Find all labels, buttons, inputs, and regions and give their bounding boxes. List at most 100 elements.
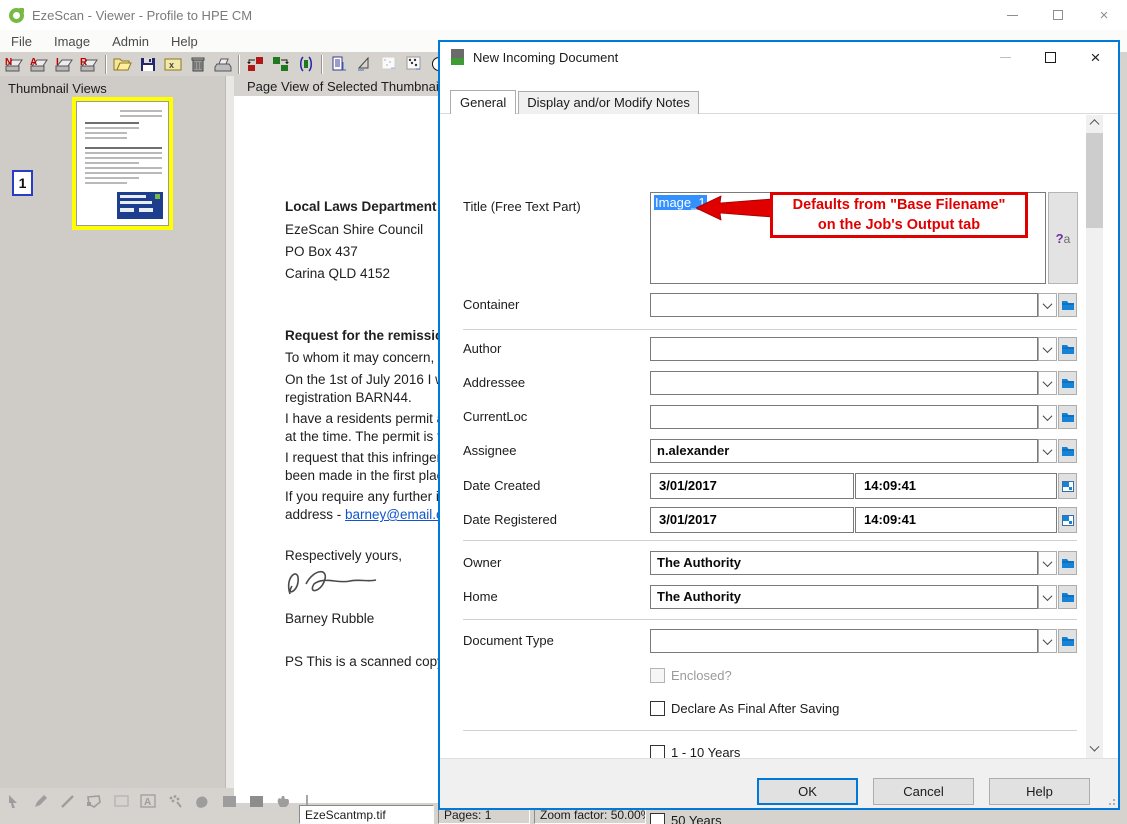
menu-image[interactable]: Image [43,34,101,49]
page-layout-icon[interactable] [326,53,351,75]
callout-line-2: on the Job's Output tab [818,215,980,235]
addressee-field-label: Addressee [463,375,525,390]
scroll-down-button[interactable] [1086,741,1103,758]
thumbnail-scrollbar[interactable] [225,76,234,788]
letter-body-line: On the 1st of July 2016 I was [285,372,438,387]
merge-pages-icon[interactable] [268,53,293,75]
chevron-down-icon [1043,635,1053,645]
currentloc-browse-button[interactable] [1058,405,1077,429]
enclosed-checkbox-label: Enclosed? [671,668,732,683]
main-titlebar[interactable]: EzeScan - Viewer - Profile to HPE CM × [0,0,1127,30]
assignee-dropdown-button[interactable] [1038,439,1057,463]
enclosed-checkbox[interactable] [650,668,665,683]
dialog-maximize-button[interactable] [1028,42,1073,72]
home-dropdown-button[interactable] [1038,585,1057,609]
home-browse-button[interactable] [1058,585,1077,609]
date-created-time-input[interactable]: 14:09:41 [855,473,1057,499]
page-view-label: Page View of Selected Thumbnail [247,79,442,94]
container-input[interactable] [650,293,1038,317]
assignee-field-label: Assignee [463,443,516,458]
letter-email-prefix: address - [285,507,345,522]
minimize-button[interactable] [989,0,1035,30]
author-field-label: Author [463,341,501,356]
date-created-date-input[interactable]: 3/01/2017 [650,473,854,499]
letter-body-line: registration BARN44. [285,390,412,405]
close-button[interactable]: × [1081,0,1127,30]
deskew-icon[interactable] [351,53,376,75]
owner-browse-button[interactable] [1058,551,1077,575]
author-browse-button[interactable] [1058,337,1077,361]
thumbnail-page-1[interactable] [72,97,173,230]
svg-text:R: R [80,57,88,68]
menu-file[interactable]: File [0,34,43,49]
maximize-button[interactable] [1035,0,1081,30]
owner-input[interactable]: The Authority [650,551,1038,575]
callout-arrow-icon [696,194,772,224]
scrollbar-thumb[interactable] [1086,133,1103,228]
print-icon[interactable] [210,53,235,75]
cancel-button[interactable]: Cancel [873,778,974,805]
new-incoming-document-dialog: New Incoming Document × General Display … [438,40,1120,810]
scroll-up-button[interactable] [1086,115,1103,132]
dialog-close-button[interactable]: × [1073,42,1118,72]
folder-icon [1061,412,1075,423]
split-pages-icon[interactable] [293,53,318,75]
delete-page-icon[interactable]: x [160,53,185,75]
container-dropdown-button[interactable] [1038,293,1057,317]
scan-new-icon[interactable]: N [2,53,27,75]
letter-heading: Local Laws Department [285,199,437,214]
container-browse-button[interactable] [1058,293,1077,317]
assignee-input[interactable]: n.alexander [650,439,1038,463]
swap-pages-icon[interactable] [243,53,268,75]
trash-icon[interactable] [185,53,210,75]
dialog-titlebar[interactable]: New Incoming Document × [440,42,1118,72]
chevron-down-icon [1043,557,1053,567]
save-file-icon[interactable] [135,53,160,75]
document-type-dropdown-button[interactable] [1038,629,1057,653]
document-type-browse-button[interactable] [1058,629,1077,653]
declare-final-checkbox-row: Declare As Final After Saving [650,701,839,716]
owner-dropdown-button[interactable] [1038,551,1057,575]
assignee-browse-button[interactable] [1058,439,1077,463]
currentloc-input[interactable] [650,405,1038,429]
despeckle-icon[interactable] [401,53,426,75]
help-button[interactable]: Help [989,778,1090,805]
years-50-checkbox[interactable] [650,813,665,824]
declare-final-checkbox[interactable] [650,701,665,716]
tab-display-modify-notes[interactable]: Display and/or Modify Notes [518,91,699,115]
ok-button[interactable]: OK [757,778,858,805]
date-registered-calendar-button[interactable] [1058,507,1077,533]
dialog-scrollbar[interactable] [1086,115,1103,758]
document-type-input[interactable] [650,629,1038,653]
home-input[interactable]: The Authority [650,585,1038,609]
letter-address-line: Carina QLD 4152 [285,266,390,281]
scan-append-icon[interactable]: A [27,53,52,75]
addressee-input[interactable] [650,371,1038,395]
menu-admin[interactable]: Admin [101,34,160,49]
date-created-calendar-button[interactable] [1058,473,1077,499]
currentloc-dropdown-button[interactable] [1038,405,1057,429]
date-registered-time-input[interactable]: 14:09:41 [855,507,1057,533]
despeckle-light-icon[interactable] [376,53,401,75]
letter-email-link[interactable]: barney@email.com [345,507,438,522]
scan-insert-icon[interactable]: I [52,53,77,75]
author-input[interactable] [650,337,1038,361]
spellcheck-button[interactable]: ?a [1048,192,1078,284]
open-file-icon[interactable] [110,53,135,75]
menu-help[interactable]: Help [160,34,209,49]
letter-signer: Barney Rubble [285,611,374,626]
document-type-field-label: Document Type [463,633,554,648]
addressee-dropdown-button[interactable] [1038,371,1057,395]
scan-replace-icon[interactable]: R [77,53,102,75]
thumbnail-permit-badge [117,192,163,219]
author-dropdown-button[interactable] [1038,337,1057,361]
container-field-label: Container [463,297,519,312]
date-registered-date-input[interactable]: 3/01/2017 [650,507,854,533]
tab-general[interactable]: General [450,90,516,116]
folder-icon [1061,344,1075,355]
folder-icon [1061,636,1075,647]
declare-final-checkbox-label: Declare As Final After Saving [671,701,839,716]
resize-grip[interactable] [1107,797,1115,805]
dialog-minimize-button[interactable] [983,42,1028,72]
addressee-browse-button[interactable] [1058,371,1077,395]
